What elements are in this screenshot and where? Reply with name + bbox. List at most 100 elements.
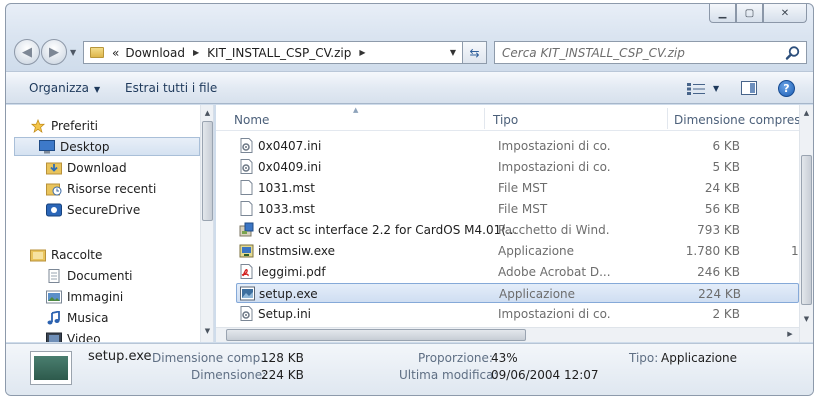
details-type-value: Applicazione (661, 351, 738, 365)
file-row[interactable]: 1031.mst File MST 24 KB (236, 178, 799, 198)
file-ratio: 1 (791, 244, 799, 258)
back-button[interactable]: ◀ (14, 39, 40, 65)
file-list-scroll-thumb[interactable] (801, 155, 812, 305)
address-history-dropdown[interactable]: ▼ (450, 48, 462, 57)
breadcrumb-download[interactable]: Download (122, 46, 188, 60)
scroll-up-arrow-icon[interactable]: ▲ (800, 109, 813, 117)
file-row[interactable]: 1033.mst File MST 56 KB (236, 199, 799, 219)
details-size-label: Dimensione: (191, 368, 267, 382)
file-row[interactable]: 0x0407.ini Impostazioni di co... 6 KB (236, 136, 799, 156)
libraries-icon (30, 249, 46, 261)
nav-item-recent[interactable]: Risorse recenti (46, 179, 156, 198)
file-name: 0x0407.ini (258, 139, 322, 153)
file-name: Setup.ini (258, 307, 312, 321)
views-dropdown[interactable]: ▼ (713, 84, 719, 93)
file-compressed-size: 224 KB (698, 287, 741, 301)
details-compressed-size-value: 128 KB (261, 351, 304, 365)
sort-ascending-icon: ▲ (353, 106, 359, 114)
nav-item-label: Desktop (60, 139, 110, 154)
maximize-button[interactable]: ▢ (736, 4, 763, 23)
nav-pane-scroll-thumb[interactable] (202, 121, 213, 221)
file-thumbnail (30, 351, 72, 385)
views-icon[interactable] (687, 83, 705, 95)
chevron-down-icon: ▼ (94, 85, 101, 94)
nav-item-securedrive[interactable]: SecureDrive (46, 200, 140, 219)
address-bar[interactable]: « Download ▶ KIT_INSTALL_CSP_CV.zip ▶ ▼ (83, 41, 463, 64)
scroll-down-arrow-icon[interactable]: ▼ (201, 327, 213, 335)
scroll-down-arrow-icon[interactable]: ▼ (800, 315, 813, 323)
nav-item-pictures[interactable]: Immagini (46, 287, 123, 306)
file-list: ▲ Nome Tipo Dimensione compressa 0x0407.… (216, 105, 813, 342)
file-name: cv act sc interface 2.2 for CardOS M4.01… (258, 223, 518, 237)
nav-item-label: Video (67, 331, 101, 343)
file-list-hscroll-thumb[interactable] (226, 329, 526, 341)
scroll-right-arrow-icon[interactable]: ▶ (784, 330, 796, 338)
documents-icon (48, 268, 60, 283)
file-list-scrollbar[interactable]: ▲ ▼ (799, 105, 813, 342)
file-compressed-size: 2 KB (712, 307, 740, 321)
file-row[interactable]: 0x0409.ini Impostazioni di co... 5 KB (236, 157, 799, 177)
chevron-right-icon[interactable]: ▶ (188, 48, 204, 57)
file-row[interactable]: leggimi.pdf Adobe Acrobat D... 246 KB (236, 262, 799, 282)
breadcrumb-zip[interactable]: KIT_INSTALL_CSP_CV.zip (204, 46, 354, 60)
column-divider[interactable] (484, 108, 485, 129)
file-row[interactable]: cv act sc interface 2.2 for CardOS M4.01… (236, 220, 799, 240)
file-row[interactable]: setup.exe Applicazione 224 KB (236, 283, 799, 303)
pictures-icon (46, 290, 62, 303)
favorites-header[interactable]: Preferiti (30, 116, 98, 135)
refresh-button[interactable]: ⇆ (463, 41, 487, 64)
file-name: instmsiw.exe (258, 244, 335, 258)
extract-all-label: Estrai tutti i file (125, 81, 218, 95)
nav-pane-scrollbar[interactable]: ▲ ▼ (200, 105, 213, 342)
nav-item-documents[interactable]: Documenti (46, 266, 133, 285)
file-type: Applicazione (498, 244, 575, 258)
column-divider[interactable] (667, 108, 668, 129)
ini-file-icon (239, 306, 254, 321)
details-modified-value: 09/06/2004 12:07 (491, 368, 599, 382)
file-row[interactable]: instmsiw.exe Applicazione 1.780 KB 1 (236, 241, 799, 261)
details-type-label: Tipo: (629, 351, 659, 365)
nav-item-label: Download (67, 160, 127, 175)
details-file-name: setup.exe (88, 349, 152, 364)
ini-file-icon (239, 138, 254, 153)
nav-item-music[interactable]: Musica (46, 308, 109, 327)
column-compressed-size[interactable]: Dimensione compressa (674, 113, 813, 127)
close-button[interactable]: ✕ (763, 4, 807, 23)
column-name[interactable]: Nome (234, 113, 269, 127)
nav-item-download[interactable]: Download (46, 158, 127, 177)
forward-button[interactable]: ▶ (41, 39, 67, 65)
explorer-window: ▁ ▢ ✕ ◀ ▶ ▼ « Download ▶ KIT_INSTALL_CSP… (5, 3, 814, 396)
desktop-icon (39, 139, 55, 153)
recent-pages-dropdown[interactable]: ▼ (70, 48, 76, 57)
file-compressed-size: 1.780 KB (685, 244, 740, 258)
file-type: File MST (498, 202, 548, 216)
scroll-up-arrow-icon[interactable]: ▲ (201, 109, 213, 117)
blank-file-icon (239, 201, 254, 216)
details-pane: setup.exe Dimensione comp... 128 KB Dime… (6, 343, 813, 395)
help-icon[interactable]: ? (778, 80, 795, 97)
extract-all-button[interactable]: Estrai tutti i file (125, 81, 217, 95)
chevron-right-icon[interactable]: ▶ (354, 48, 370, 57)
nav-item-label: Immagini (67, 289, 124, 304)
file-row[interactable]: Setup.ini Impostazioni di co... 2 KB (236, 304, 799, 324)
file-type: Impostazioni di co... (498, 160, 610, 174)
setup-exe-icon (240, 286, 255, 301)
preview-pane-icon[interactable] (741, 81, 757, 95)
search-input[interactable]: Cerca KIT_INSTALL_CSP_CV.zip (494, 41, 807, 64)
details-ratio-label: Proporzione: (418, 351, 493, 365)
libraries-header[interactable]: Raccolte (30, 245, 102, 264)
minimize-button[interactable]: ▁ (709, 4, 736, 23)
forward-arrow-icon: ▶ (49, 44, 59, 60)
breadcrumb-overflow[interactable]: « (109, 46, 122, 60)
nav-item-video[interactable]: Video (46, 329, 101, 342)
column-header: ▲ Nome Tipo Dimensione compressa (216, 105, 813, 131)
file-compressed-size: 56 KB (704, 202, 740, 216)
file-list-hscrollbar[interactable]: ▶ (216, 327, 799, 342)
organize-menu[interactable]: Organizza ▼ (29, 81, 100, 95)
nav-item-desktop[interactable]: Desktop (14, 137, 200, 156)
column-type[interactable]: Tipo (493, 113, 518, 127)
file-type: Pacchetto di Wind... (498, 223, 610, 237)
search-icon[interactable] (785, 45, 801, 61)
details-ratio-value: 43% (491, 351, 518, 365)
file-name: 1031.mst (258, 181, 315, 195)
